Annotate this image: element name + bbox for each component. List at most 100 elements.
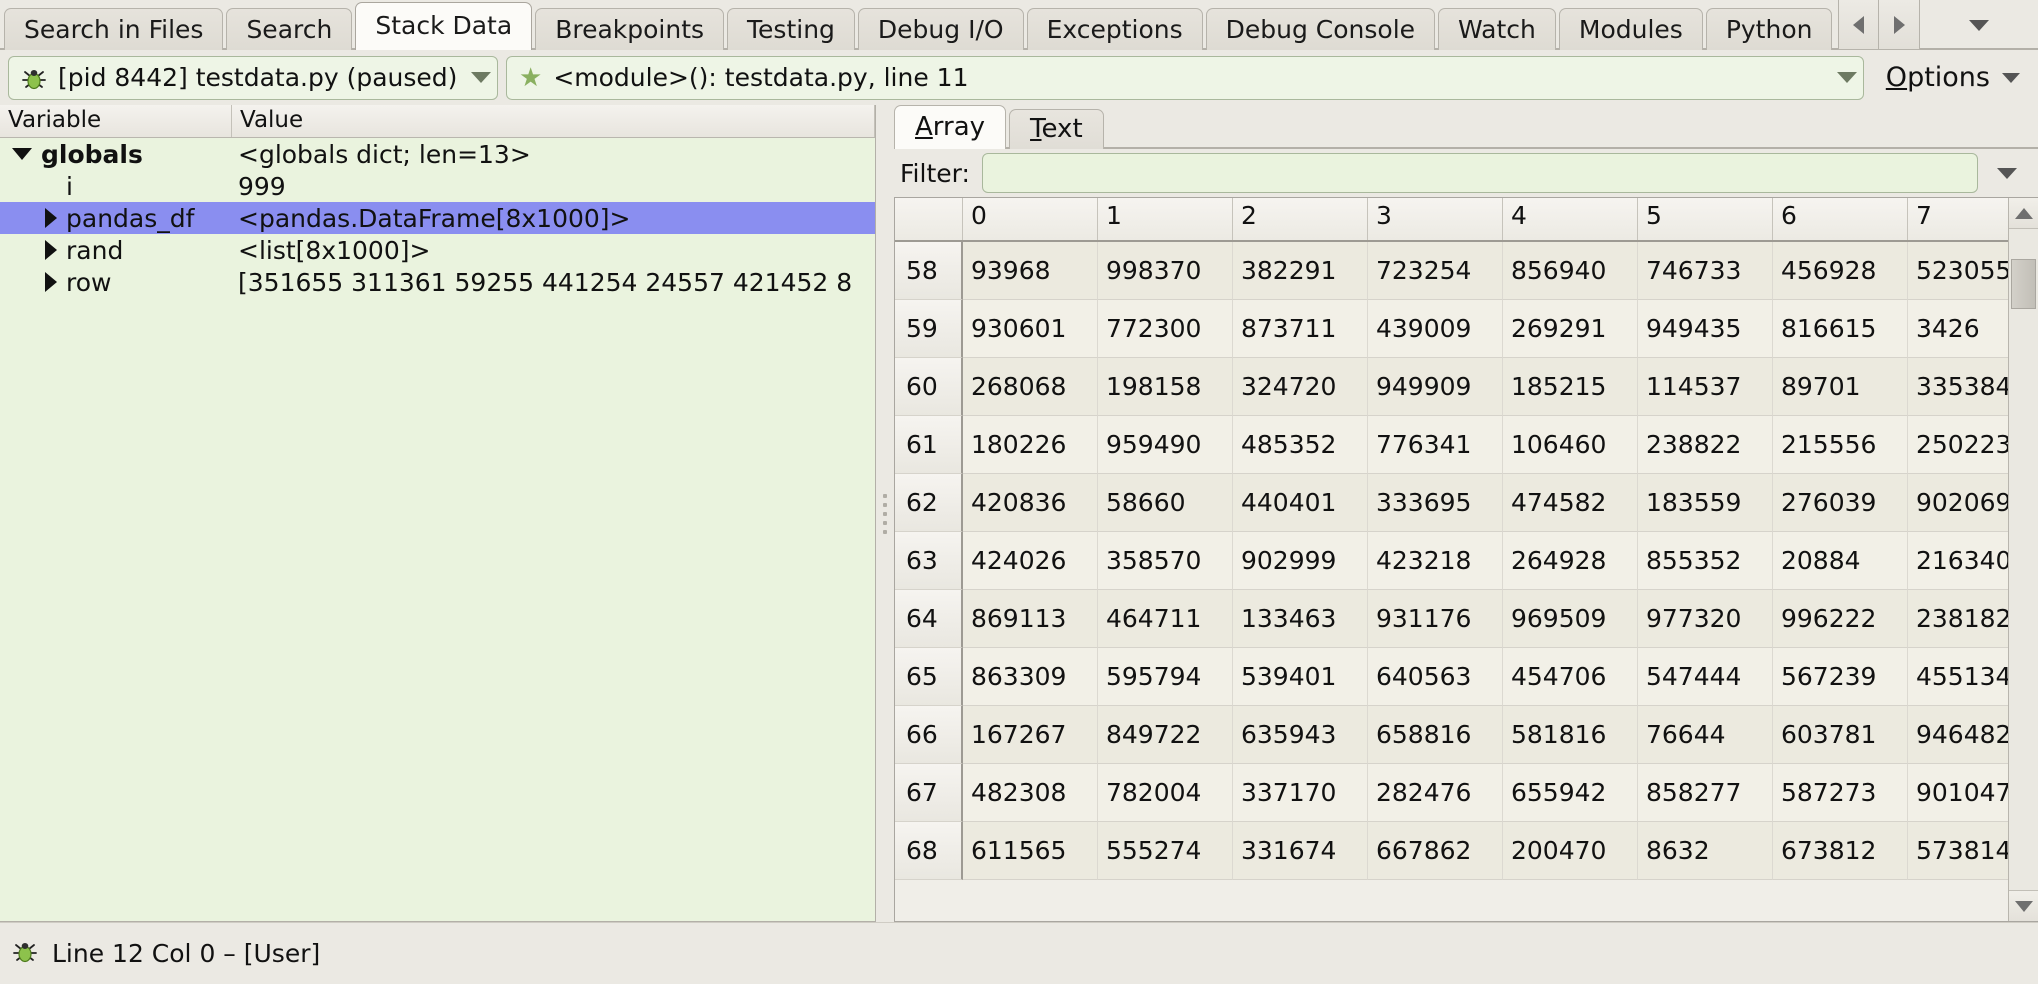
table-cell[interactable]: 667862 [1368, 822, 1503, 880]
table-cell[interactable]: 946482 [1908, 706, 2008, 764]
table-cell[interactable]: 337170 [1233, 764, 1368, 822]
table-cell[interactable]: 250223 [1908, 416, 2008, 474]
twisty-collapsed-icon[interactable] [45, 208, 57, 228]
table-cell[interactable]: 420836 [963, 474, 1098, 532]
table-cell[interactable]: 464711 [1098, 590, 1233, 648]
tab-exceptions[interactable]: Exceptions [1026, 8, 1203, 50]
table-cell[interactable]: 423218 [1368, 532, 1503, 590]
table-cell[interactable]: 855352 [1638, 532, 1773, 590]
tree-row-rand[interactable]: rand <list[8x1000]> [0, 234, 875, 266]
twisty-collapsed-icon[interactable] [45, 240, 57, 260]
column-header-7[interactable]: 7 [1908, 198, 2008, 240]
scroll-up-button[interactable] [2009, 198, 2038, 229]
table-cell[interactable]: 133463 [1233, 590, 1368, 648]
table-cell[interactable]: 539401 [1233, 648, 1368, 706]
twisty-expanded-icon[interactable] [12, 148, 32, 160]
table-cell[interactable]: 3426 [1908, 300, 2008, 358]
tab-scroll-left-button[interactable] [1838, 0, 1879, 50]
table-cell[interactable]: 902999 [1233, 532, 1368, 590]
table-cell[interactable]: 555274 [1098, 822, 1233, 880]
tree-row-pandas-df[interactable]: pandas_df <pandas.DataFrame[8x1000]> [0, 202, 875, 234]
table-cell[interactable]: 424026 [963, 532, 1098, 590]
table-cell[interactable]: 959490 [1098, 416, 1233, 474]
tab-stack-data[interactable]: Stack Data [355, 2, 533, 50]
table-cell[interactable]: 440401 [1233, 474, 1368, 532]
table-cell[interactable]: 324720 [1233, 358, 1368, 416]
table-cell[interactable]: 949435 [1638, 300, 1773, 358]
table-cell[interactable]: 238182 [1908, 590, 2008, 648]
table-cell[interactable]: 635943 [1233, 706, 1368, 764]
table-cell[interactable]: 723254 [1368, 242, 1503, 300]
table-cell[interactable]: 456928 [1773, 242, 1908, 300]
table-cell[interactable]: 858277 [1638, 764, 1773, 822]
table-row[interactable]: 62 420836 58660 440401 333695 474582 183559 276… [895, 474, 2008, 532]
tab-testing[interactable]: Testing [727, 8, 855, 50]
tab-watch[interactable]: Watch [1438, 8, 1556, 50]
table-cell[interactable]: 185215 [1503, 358, 1638, 416]
twisty-collapsed-icon[interactable] [45, 272, 57, 292]
table-row[interactable]: 65 863309 595794 539401 640563 454706 547444 56… [895, 648, 2008, 706]
column-header-variable[interactable]: Variable [0, 105, 232, 137]
table-cell[interactable]: 930601 [963, 300, 1098, 358]
options-button[interactable]: Options [1872, 56, 2030, 100]
table-cell[interactable]: 603781 [1773, 706, 1908, 764]
table-cell[interactable]: 269291 [1503, 300, 1638, 358]
tab-scroll-right-button[interactable] [1879, 0, 1920, 50]
table-cell[interactable]: 474582 [1503, 474, 1638, 532]
tab-debug-console[interactable]: Debug Console [1205, 8, 1436, 50]
table-cell[interactable]: 816615 [1773, 300, 1908, 358]
table-row[interactable]: 67 482308 782004 337170 282476 655942 858277 58… [895, 764, 2008, 822]
table-cell[interactable]: 772300 [1098, 300, 1233, 358]
row-header[interactable]: 68 [895, 822, 963, 880]
table-cell[interactable]: 282476 [1368, 764, 1503, 822]
table-cell[interactable]: 901047 [1908, 764, 2008, 822]
table-cell[interactable]: 658816 [1368, 706, 1503, 764]
table-cell[interactable]: 595794 [1098, 648, 1233, 706]
table-cell[interactable]: 200470 [1503, 822, 1638, 880]
table-cell[interactable]: 454706 [1503, 648, 1638, 706]
table-cell[interactable]: 183559 [1638, 474, 1773, 532]
table-cell[interactable]: 333695 [1368, 474, 1503, 532]
table-cell[interactable]: 439009 [1368, 300, 1503, 358]
table-row[interactable]: 59 930601 772300 873711 439009 269291 949435 81… [895, 300, 2008, 358]
table-cell[interactable]: 106460 [1503, 416, 1638, 474]
tree-row-i[interactable]: i 999 [0, 170, 875, 202]
scroll-down-button[interactable] [2009, 890, 2038, 921]
stack-frame-selector-caret[interactable] [1823, 72, 1857, 83]
array-grid-vertical-scrollbar[interactable] [2008, 198, 2038, 921]
table-cell[interactable]: 276039 [1773, 474, 1908, 532]
table-cell[interactable]: 746733 [1638, 242, 1773, 300]
tab-text[interactable]: Text [1009, 109, 1104, 149]
table-row[interactable]: 64 869113 464711 133463 931176 969509 977320 99… [895, 590, 2008, 648]
table-cell[interactable]: 114537 [1638, 358, 1773, 416]
table-cell[interactable]: 573814 [1908, 822, 2008, 880]
table-cell[interactable]: 949909 [1368, 358, 1503, 416]
row-header[interactable]: 66 [895, 706, 963, 764]
table-cell[interactable]: 587273 [1773, 764, 1908, 822]
column-header-3[interactable]: 3 [1368, 198, 1503, 240]
table-cell[interactable]: 873711 [1233, 300, 1368, 358]
tab-breakpoints[interactable]: Breakpoints [535, 8, 725, 50]
table-cell[interactable]: 977320 [1638, 590, 1773, 648]
table-row[interactable]: 63 424026 358570 902999 423218 264928 855352 20… [895, 532, 2008, 590]
table-cell[interactable]: 331674 [1233, 822, 1368, 880]
table-cell[interactable]: 167267 [963, 706, 1098, 764]
table-cell[interactable]: 8632 [1638, 822, 1773, 880]
table-row[interactable]: 68 611565 555274 331674 667862 200470 8632 6738… [895, 822, 2008, 880]
table-cell[interactable]: 335384 [1908, 358, 2008, 416]
table-cell[interactable]: 567239 [1773, 648, 1908, 706]
table-row[interactable]: 61 180226 959490 485352 776341 106460 238822 21… [895, 416, 2008, 474]
table-cell[interactable]: 849722 [1098, 706, 1233, 764]
table-row[interactable]: 66 167267 849722 635943 658816 581816 76644 603… [895, 706, 2008, 764]
table-cell[interactable]: 969509 [1503, 590, 1638, 648]
row-header[interactable]: 65 [895, 648, 963, 706]
table-cell[interactable]: 673812 [1773, 822, 1908, 880]
table-cell[interactable]: 931176 [1368, 590, 1503, 648]
column-header-2[interactable]: 2 [1233, 198, 1368, 240]
row-header[interactable]: 62 [895, 474, 963, 532]
table-cell[interactable]: 655942 [1503, 764, 1638, 822]
table-cell[interactable]: 358570 [1098, 532, 1233, 590]
tab-search-in-files[interactable]: Search in Files [4, 8, 224, 50]
row-header[interactable]: 61 [895, 416, 963, 474]
table-cell[interactable]: 238822 [1638, 416, 1773, 474]
